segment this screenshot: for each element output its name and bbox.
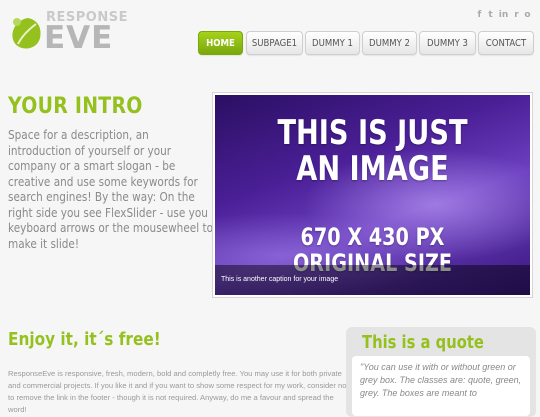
nav-dummy-2[interactable]: DUMMY 2	[362, 31, 417, 55]
slide-headline-1: THIS IS JUST	[277, 113, 468, 153]
nav-subpage1[interactable]: SUBPAGE1	[246, 31, 303, 55]
social-links: f t in r o	[475, 10, 532, 21]
nav-contact[interactable]: CONTACT	[478, 31, 534, 55]
nav-dummy-1[interactable]: DUMMY 1	[305, 31, 360, 55]
slide-caption: This is another caption for your image	[215, 265, 530, 295]
facebook-icon[interactable]: f	[475, 10, 484, 21]
quote-text: "You can use it with or without green or…	[360, 362, 522, 398]
image-slider[interactable]: THIS IS JUST AN IMAGE 670 X 430 PX ORIGI…	[212, 92, 533, 298]
slide-image[interactable]: THIS IS JUST AN IMAGE 670 X 430 PX ORIGI…	[215, 95, 530, 295]
quote-box: This is a quote "You can use it with or …	[346, 327, 536, 417]
quote-inner: "You can use it with or without green or…	[352, 356, 530, 416]
intro-title: YOUR INTRO	[8, 94, 143, 119]
intro-text: Space for a description, an introduction…	[8, 128, 213, 251]
linkedin-icon[interactable]: in	[497, 10, 510, 21]
quote-title: This is a quote	[362, 332, 484, 353]
nav-home[interactable]: HOME	[198, 31, 243, 55]
slide-headline-2: AN IMAGE	[296, 149, 449, 189]
slide-size-text: 670 X 430 PX	[300, 223, 445, 251]
main-nav: HOME SUBPAGE1 DUMMY 1 DUMMY 2 DUMMY 3 CO…	[0, 31, 540, 57]
enjoy-title: Enjoy it, it´s free!	[8, 329, 161, 350]
rss-icon[interactable]: r	[512, 10, 521, 21]
twitter-icon[interactable]: t	[486, 10, 495, 21]
nav-dummy-3[interactable]: DUMMY 3	[419, 31, 476, 55]
flickr-icon[interactable]: o	[523, 10, 532, 21]
